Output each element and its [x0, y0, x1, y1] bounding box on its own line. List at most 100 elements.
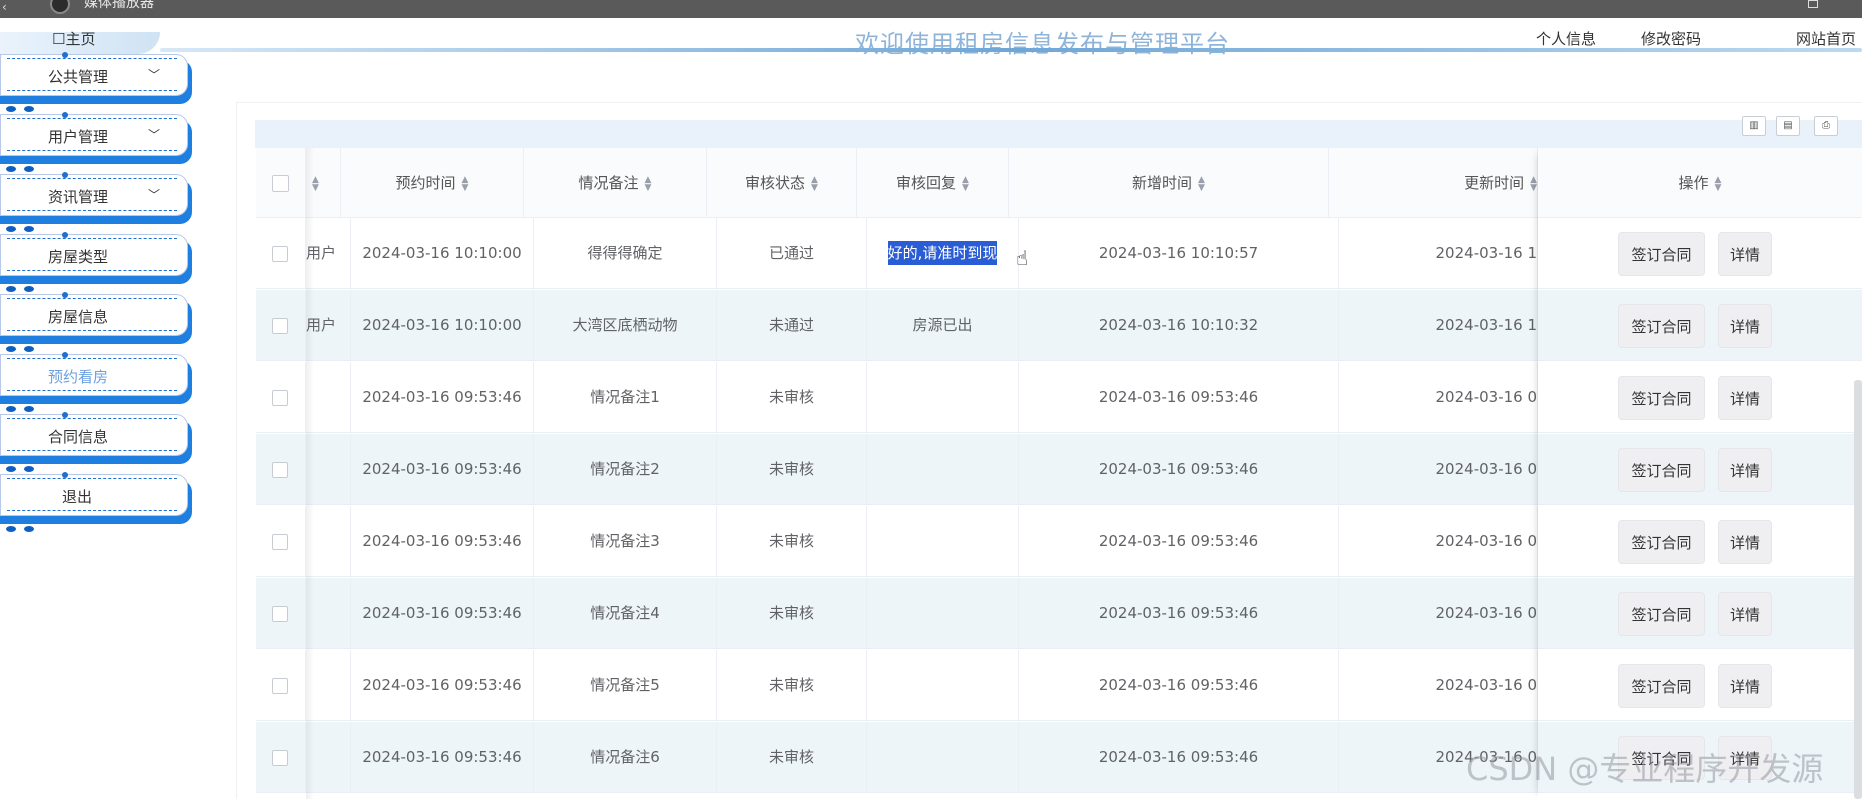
cell-note: 情况备注6 — [534, 722, 717, 793]
row-select-cell — [256, 578, 306, 649]
cell-note: 情况备注2 — [534, 434, 717, 505]
cell-reply — [867, 506, 1019, 577]
row-select-cell — [256, 722, 306, 793]
row-checkbox[interactable] — [272, 678, 288, 694]
cell-created: 2024-03-16 09:53:46 — [1019, 506, 1339, 577]
cell-status: 未审核 — [717, 434, 867, 505]
cell-reply — [867, 362, 1019, 433]
cell-status: 未审核 — [717, 722, 867, 793]
row-checkbox[interactable] — [272, 318, 288, 334]
cell-status: 未审核 — [717, 578, 867, 649]
window-titlebar: ‹ 媒体播放器 — [0, 0, 1862, 18]
profile-link[interactable]: 个人信息 — [1536, 28, 1596, 49]
cell-updated: 2024-03-16 0 — [1339, 650, 1538, 721]
change-password-link[interactable]: 修改密码 — [1641, 28, 1701, 49]
cell-note: 情况备注1 — [534, 362, 717, 433]
row-checkbox[interactable] — [272, 246, 288, 262]
cell-status: 未审核 — [717, 362, 867, 433]
window-restore-icon[interactable] — [1808, 0, 1818, 8]
row-checkbox[interactable] — [272, 390, 288, 406]
columns-icon[interactable]: ▥ — [1742, 116, 1766, 136]
row-checkbox[interactable] — [272, 606, 288, 622]
app-header: ☐主页 欢迎使用租房信息发布与管理平台 个人信息 修改密码 网站首页 — [0, 18, 1862, 58]
header-wave-divider — [160, 48, 1862, 52]
home-link[interactable]: ☐主页 — [52, 28, 95, 49]
column-header-note[interactable]: 情况备注 ▲ ▼ — [524, 148, 707, 218]
cell-reply — [867, 434, 1019, 505]
cell-note: 情况备注5 — [534, 650, 717, 721]
row-select-cell — [256, 290, 306, 361]
fixed-column-shadow — [306, 148, 314, 799]
sidebar-item-house-info[interactable]: 房屋信息 — [0, 292, 192, 352]
sidebar-item-logout[interactable]: 退出 — [0, 472, 192, 532]
vertical-scrollbar[interactable] — [1854, 380, 1862, 799]
sort-icon[interactable]: ▲ ▼ — [462, 175, 469, 192]
row-select-cell — [256, 362, 306, 433]
sidebar-item-news[interactable]: 资讯管理 ﹀ — [0, 172, 192, 232]
sidebar-item-label: 房屋信息 — [48, 308, 109, 326]
column-header-created[interactable]: 新增时间 ▲ ▼ — [1009, 148, 1329, 218]
cell-time: 2024-03-16 10:10:00 — [351, 290, 534, 361]
cell-note: 得得得确定 — [534, 218, 717, 289]
cell-created: 2024-03-16 09:53:46 — [1019, 722, 1339, 793]
sidebar-item-label: 退出 — [62, 488, 93, 506]
row-checkbox[interactable] — [272, 534, 288, 550]
cell-created: 2024-03-16 09:53:46 — [1019, 578, 1339, 649]
cell-note: 情况备注4 — [534, 578, 717, 649]
cell-time: 2024-03-16 09:53:46 — [351, 506, 534, 577]
cell-status: 已通过 — [717, 218, 867, 289]
column-header-time[interactable]: 预约时间 ▲ ▼ — [341, 148, 524, 218]
row-checkbox[interactable] — [272, 462, 288, 478]
row-select-cell — [256, 434, 306, 505]
cell-status: 未审核 — [717, 650, 867, 721]
sidebar-item-label: 房屋类型 — [48, 248, 109, 266]
cell-updated: 2024-03-16 1 — [1339, 290, 1538, 361]
cell-time: 2024-03-16 09:53:46 — [351, 650, 534, 721]
sort-icon[interactable]: ▲ ▼ — [811, 175, 818, 192]
sidebar-item-label: 合同信息 — [48, 428, 109, 446]
column-header-status[interactable]: 审核状态 ▲ ▼ — [707, 148, 857, 218]
cell-reply: 房源已出 — [867, 290, 1019, 361]
hand-cursor-icon: ☝ — [1016, 246, 1029, 270]
sidebar-item-house-type[interactable]: 房屋类型 — [0, 232, 192, 292]
row-select-cell — [256, 650, 306, 721]
cell-reply — [867, 650, 1019, 721]
fixed-actions-column — [1538, 148, 1862, 799]
cell-created: 2024-03-16 09:53:46 — [1019, 434, 1339, 505]
cell-updated: 2024-03-16 0 — [1339, 506, 1538, 577]
chevron-down-icon: ﹀ — [148, 68, 161, 82]
sidebar-item-users[interactable]: 用户管理 ﹀ — [0, 112, 192, 172]
back-arrow-icon[interactable]: ‹ — [2, 0, 7, 14]
cell-reply: 好的,请准时到现 — [867, 218, 1019, 289]
row-select-cell — [256, 506, 306, 577]
chevron-down-icon: ﹀ — [148, 128, 161, 142]
media-player-icon — [50, 0, 70, 14]
window-title: 媒体播放器 — [84, 0, 154, 11]
cell-created: 2024-03-16 09:53:46 — [1019, 650, 1339, 721]
page-title: 欢迎使用租房信息发布与管理平台 — [855, 30, 1230, 58]
sort-icon[interactable]: ▲ ▼ — [1198, 175, 1205, 192]
row-checkbox[interactable] — [272, 750, 288, 766]
column-header-updated[interactable]: 更新时间 ▲ ▼ — [1329, 148, 1538, 218]
cell-note: 情况备注3 — [534, 506, 717, 577]
sidebar-item-contract[interactable]: 合同信息 — [0, 412, 192, 472]
sidebar-item-public[interactable]: 公共管理 ﹀ — [0, 52, 192, 112]
sort-icon[interactable]: ▲ ▼ — [1530, 175, 1537, 192]
cell-time: 2024-03-16 09:53:46 — [351, 722, 534, 793]
watermark: CSDN @专业程序开发源 — [1466, 750, 1824, 788]
sort-icon[interactable]: ▲ ▼ — [645, 175, 652, 192]
chevron-down-icon: ﹀ — [148, 188, 161, 202]
cell-updated: 2024-03-16 1 — [1339, 218, 1538, 289]
export-icon[interactable]: ▤ — [1776, 116, 1800, 136]
column-header-reply[interactable]: 审核回复 ▲ ▼ — [857, 148, 1009, 218]
sort-icon[interactable]: ▲ ▼ — [962, 175, 969, 192]
cell-updated: 2024-03-16 0 — [1339, 578, 1538, 649]
cell-note: 大湾区底栖动物 — [534, 290, 717, 361]
cell-updated: 2024-03-16 0 — [1339, 434, 1538, 505]
appointments-table: ▲ ▼ 预约时间 ▲ ▼ 情况备注 ▲ ▼ 审核状态 ▲ ▼ 审核回复 ▲ ▼ 新增时间 ▲ ▼ 更新… — [256, 148, 1862, 799]
sidebar-item-viewing[interactable]: 预约看房 — [0, 352, 192, 412]
cell-created: 2024-03-16 09:53:46 — [1019, 362, 1339, 433]
print-icon[interactable]: ⎙ — [1814, 116, 1838, 136]
select-all-checkbox[interactable] — [272, 175, 289, 192]
site-home-link[interactable]: 网站首页 — [1796, 28, 1856, 49]
